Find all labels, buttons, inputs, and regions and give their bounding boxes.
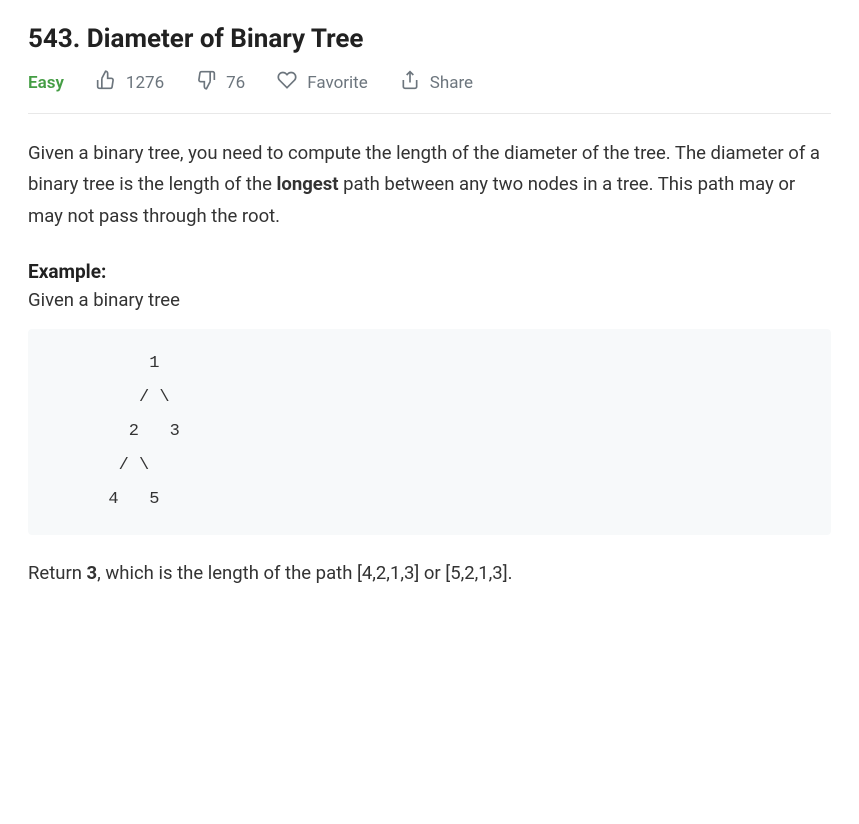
meta-row: Easy 1276 76 Favorite Share xyxy=(28,70,831,114)
dislike-button[interactable]: 76 xyxy=(196,70,245,95)
problem-title: 543. Diameter of Binary Tree xyxy=(28,24,831,54)
thumbs-down-icon xyxy=(196,70,216,95)
heart-icon xyxy=(277,70,297,95)
favorite-label: Favorite xyxy=(307,73,368,93)
thumbs-up-icon xyxy=(96,70,116,95)
dislike-count: 76 xyxy=(226,73,245,93)
share-icon xyxy=(400,70,420,95)
example-label: Example: xyxy=(28,260,831,283)
favorite-button[interactable]: Favorite xyxy=(277,70,368,95)
problem-description: Given a binary tree, you need to compute… xyxy=(28,138,831,232)
tree-diagram: 1 / \ 2 3 / \ 4 5 xyxy=(28,329,831,535)
like-count: 1276 xyxy=(126,73,164,93)
difficulty-badge: Easy xyxy=(28,73,64,93)
share-label: Share xyxy=(430,73,473,93)
example-intro: Given a binary tree xyxy=(28,289,831,311)
share-button[interactable]: Share xyxy=(400,70,473,95)
like-button[interactable]: 1276 xyxy=(96,70,164,95)
result-text: Return 3, which is the length of the pat… xyxy=(28,559,831,589)
